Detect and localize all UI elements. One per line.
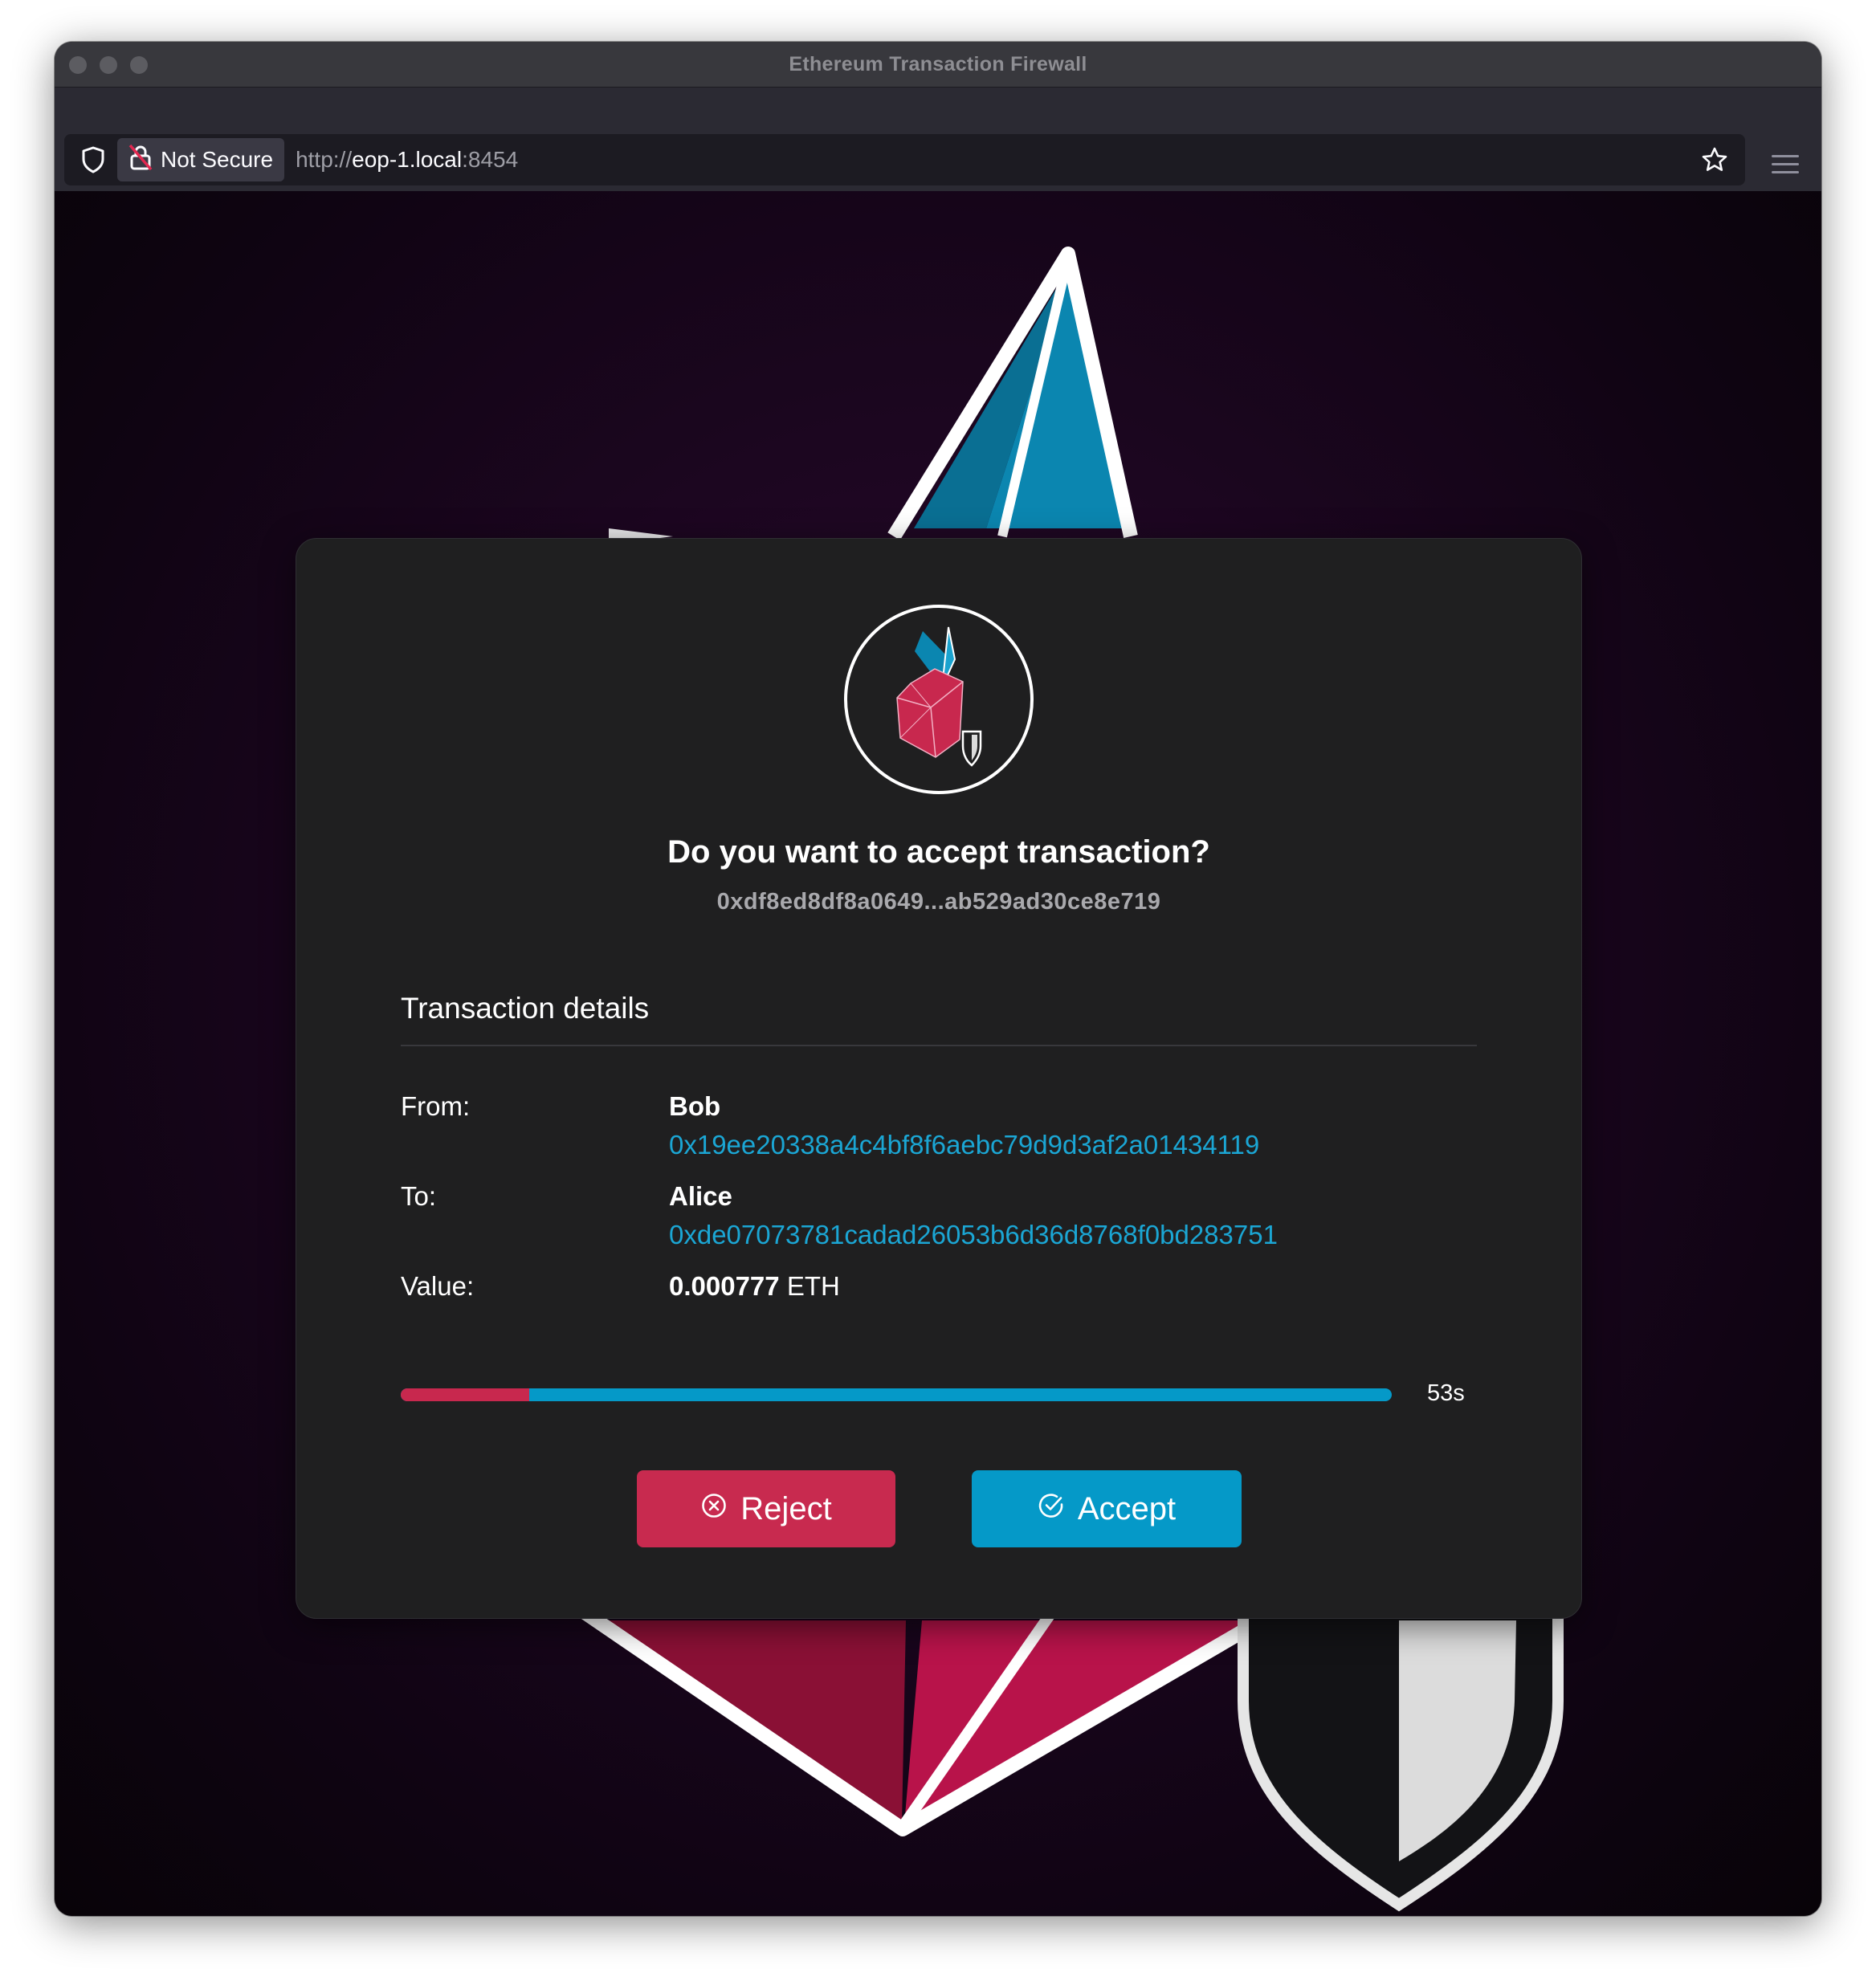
from-label: From: bbox=[401, 1091, 471, 1121]
to-label: To: bbox=[401, 1181, 437, 1211]
value-display: 0.000777 ETH bbox=[669, 1271, 840, 1302]
browser-window: Ethereum Transaction Firewall Not Secure bbox=[55, 42, 1821, 1916]
reject-label: Reject bbox=[740, 1490, 832, 1526]
title-bar: Ethereum Transaction Firewall bbox=[55, 42, 1821, 87]
countdown-timer: 53s bbox=[1427, 1380, 1465, 1406]
not-secure-label: Not Secure bbox=[161, 147, 274, 172]
window-title: Ethereum Transaction Firewall bbox=[789, 52, 1087, 75]
reject-button[interactable]: Reject bbox=[637, 1470, 895, 1547]
close-window-button[interactable] bbox=[69, 56, 87, 74]
not-secure-indicator[interactable]: Not Secure bbox=[117, 138, 285, 181]
accept-label: Accept bbox=[1077, 1490, 1177, 1526]
url-scheme: http:// bbox=[296, 147, 353, 172]
hamburger-menu-icon[interactable] bbox=[1772, 150, 1799, 177]
tracking-protection-shield-icon[interactable] bbox=[69, 134, 117, 185]
browser-toolbar: Not Secure http://eop-1.local:8454 bbox=[55, 87, 1821, 192]
address-bar[interactable]: Not Secure http://eop-1.local:8454 bbox=[64, 134, 1745, 185]
accept-button[interactable]: Accept bbox=[972, 1470, 1242, 1547]
value-amount: 0.000777 bbox=[669, 1271, 780, 1301]
section-divider bbox=[401, 1045, 1477, 1046]
page-content: Do you want to accept transaction? 0xdf8… bbox=[55, 191, 1821, 1916]
from-name: Bob bbox=[669, 1091, 721, 1121]
bookmark-star-icon[interactable] bbox=[1700, 145, 1729, 174]
elapsed-progress-fill bbox=[401, 1388, 530, 1401]
insecure-lock-icon bbox=[128, 144, 153, 177]
dialog-question: Do you want to accept transaction? bbox=[667, 834, 1210, 870]
url-port: :8454 bbox=[462, 147, 519, 172]
countdown-progress-bar bbox=[401, 1388, 1392, 1401]
value-label: Value: bbox=[401, 1271, 475, 1301]
transaction-hash: 0xdf8ed8df8a0649...ab529ad30ce8e719 bbox=[716, 889, 1161, 915]
firewall-logo-icon bbox=[844, 605, 1034, 794]
reject-circle-x-icon bbox=[700, 1491, 728, 1527]
url-text[interactable]: http://eop-1.local:8454 bbox=[296, 147, 518, 173]
zoom-window-button[interactable] bbox=[130, 56, 148, 74]
to-name: Alice bbox=[669, 1181, 732, 1211]
section-title: Transaction details bbox=[401, 992, 650, 1025]
from-address-link[interactable]: 0x19ee20338a4c4bf8f6aebc79d9d3af2a014341… bbox=[669, 1130, 1259, 1160]
transaction-dialog: Do you want to accept transaction? 0xdf8… bbox=[296, 538, 1582, 1619]
value-unit: ETH bbox=[786, 1271, 840, 1301]
accept-circle-check-icon bbox=[1038, 1491, 1065, 1527]
minimize-window-button[interactable] bbox=[100, 56, 117, 74]
to-address-link[interactable]: 0xde07073781cadad26053b6d36d8768f0bd2837… bbox=[669, 1220, 1278, 1250]
url-host: eop-1.local bbox=[352, 147, 463, 172]
window-controls bbox=[69, 56, 148, 74]
